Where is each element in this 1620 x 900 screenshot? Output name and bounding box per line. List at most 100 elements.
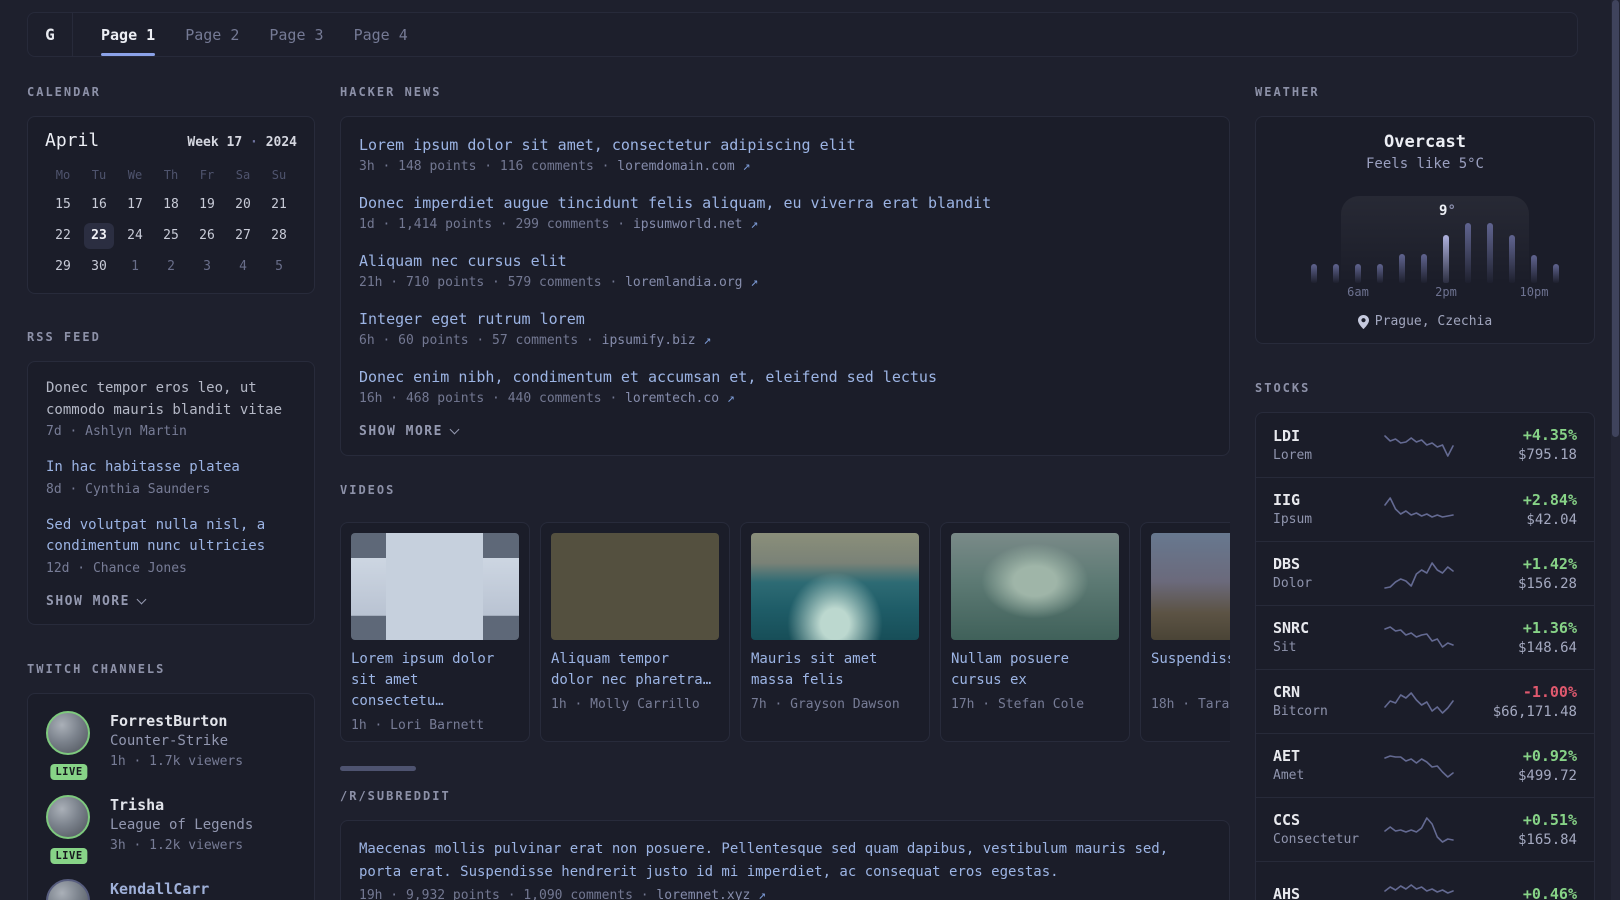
rss-item-title[interactable]: In hac habitasse platea [46,457,296,479]
twitch-channel-row: LIVE ForrestBurton Counter-Strike 1h · 1.7k… [46,710,296,780]
stock-row[interactable]: DBS Dolor +1.42% $156.28 [1256,541,1594,605]
video-title[interactable]: Aliquam tempor dolor nec pharetra… [551,649,719,691]
hn-show-more-button[interactable]: SHOW MORE [359,424,1211,439]
weather-bar [1311,264,1317,283]
rss-item-title[interactable]: Donec tempor eros leo, ut commodo mauris… [46,378,296,421]
twitch-channel-name[interactable]: KendallCarr [110,879,209,899]
video-title[interactable]: Nullam posuere cursus ex [951,649,1119,691]
calendar-day: 17 [127,197,143,212]
stock-price: $42.04 [1526,511,1577,528]
stock-row[interactable]: CRN Bitcorn -1.00% $66,171.48 [1256,669,1594,733]
rss-show-more-button[interactable]: SHOW MORE [46,594,296,609]
weather-current-temp: 9° [1439,203,1456,219]
video-title[interactable]: Suspendisse diam [1151,649,1230,691]
external-link-icon: ↗ [750,275,759,290]
weather-bar [1399,254,1405,283]
videos-carousel-scrollbar-thumb[interactable] [340,766,416,771]
chevron-down-icon [136,594,147,604]
stock-symbol: IIG [1273,491,1301,509]
weather-bar [1333,264,1339,283]
subreddit-post-domain-link[interactable]: loremnet.xyz [656,888,750,900]
stock-row[interactable]: LDI Lorem +4.35% $795.18 [1256,413,1594,477]
stock-row[interactable]: AHS +0.46% [1256,861,1594,900]
hn-item-domain-link[interactable]: loremlandia.org [625,275,742,290]
video-thumbnail-foggy-field-person[interactable] [1151,533,1230,640]
hacker-news-widget: Lorem ipsum dolor sit amet, consectetur … [340,116,1230,456]
stock-sparkline [1384,883,1454,894]
calendar-year: 2024 [265,135,297,150]
video-title[interactable]: Lorem ipsum dolor sit amet consectetu… [351,649,519,712]
hn-item-title[interactable]: Donec enim nibh, condimentum et accumsan… [359,366,1211,388]
tab-page-1[interactable]: Page 1 [101,13,156,56]
hn-item-title[interactable]: Lorem ipsum dolor sit amet, consectetur … [359,134,1211,156]
tab-page-2[interactable]: Page 2 [185,13,239,56]
stock-name: Sit [1273,640,1297,655]
calendar-week-year: Week 17 · 2024 [187,135,297,150]
hn-item: Donec imperdiet augue tincidunt felis al… [359,192,1211,236]
video-thumbnail-canoe-on-lake[interactable] [951,533,1119,640]
rss-section-title: RSS FEED [27,330,101,344]
calendar-selected-day: 23 [81,220,117,251]
external-link-icon: ↗ [750,217,759,232]
weather-bar [1377,264,1383,283]
rss-item-title[interactable]: Sed volutpat nulla nisl, a condimentum n… [46,515,296,558]
stock-row[interactable]: IIG Ipsum +2.84% $42.04 [1256,477,1594,541]
stock-row[interactable]: CCS Consectetur +0.51% $165.84 [1256,797,1594,861]
subreddit-post-title[interactable]: Maecenas mollis pulvinar erat non posuer… [359,838,1211,884]
calendar-widget: April Week 17 · 2024 Mo Tu We Th Fr Sa Su 15 16 1… [27,116,315,294]
stock-row[interactable]: SNRC Sit +1.36% $148.64 [1256,605,1594,669]
avatar[interactable] [46,878,90,900]
calendar-day: 19 [199,197,215,212]
video-title[interactable]: Mauris sit amet massa felis [751,649,919,691]
stock-change: +1.42% [1522,554,1577,573]
weather-bar [1443,235,1449,283]
stock-change: +0.51% [1522,810,1577,829]
video-card: Suspendisse diam 18h · Tara [1140,522,1230,742]
weather-hour-labels: 6am 2pm 10pm [1303,285,1567,301]
calendar-day: 2 [167,259,175,274]
hn-item-title[interactable]: Donec imperdiet augue tincidunt felis al… [359,192,1211,214]
calendar-day: 18 [163,197,179,212]
video-thumbnail-hands-holding-camera[interactable] [551,533,719,640]
hn-item-domain-link[interactable]: loremtech.co [625,391,719,406]
calendar-day: 16 [91,197,107,212]
video-meta: 18h · Tara [1151,697,1230,712]
avatar[interactable] [46,794,90,839]
twitch-channel-name[interactable]: ForrestBurton [110,711,243,731]
stock-row[interactable]: AET Amet +0.92% $499.72 [1256,733,1594,797]
left-column: CALENDAR April Week 17 · 2024 Mo Tu We Th Fr… [27,85,315,900]
twitch-channel-name[interactable]: Trisha [110,795,253,815]
stock-sparkline [1384,496,1454,518]
hn-item-domain-link[interactable]: loremdomain.com [617,159,734,174]
twitch-channel-category: League of Legends [110,816,254,833]
hn-item-domain-link[interactable]: ipsumify.biz [602,333,696,348]
page-tabs: Page 1 Page 2 Page 3 Page 4 [73,13,408,56]
twitch-section-title: TWITCH CHANNELS [27,661,166,676]
stock-price: $499.72 [1517,767,1577,784]
twitch-avatar-wrap [46,878,92,900]
tab-page-3[interactable]: Page 3 [269,13,323,56]
hn-item: Integer eget rutrum lorem 6h · 60 points … [359,308,1211,352]
page-scrollbar-thumb[interactable] [1612,0,1619,437]
videos-carousel[interactable]: Lorem ipsum dolor sit amet consectetu… 1h… [340,522,1230,742]
stock-sparkline [1384,691,1454,714]
calendar-day: 25 [163,228,179,243]
rss-item-meta: 12d · Chance Jones [46,560,187,576]
video-thumbnail-concrete-pillars-sky[interactable] [351,533,519,640]
app-logo[interactable]: G [28,13,73,56]
hn-item-meta: 1d · 1,414 points · 299 comments · ipsum… [359,217,759,232]
hn-item-domain-link[interactable]: ipsumworld.net [633,217,743,232]
rss-item: Sed volutpat nulla nisl, a condimentum n… [46,515,296,579]
stock-symbol: CCS [1273,811,1301,829]
weather-bar [1355,264,1361,283]
hn-item-title[interactable]: Aliquam nec cursus elit [359,250,1211,272]
weather-bar [1465,223,1471,283]
subreddit-post-meta: 19h · 9,932 points · 1,090 comments · lo… [359,884,1211,900]
avatar[interactable] [46,710,90,755]
stocks-widget: LDI Lorem +4.35% $795.18 IIG Ipsum +2.84% $42.0… [1255,412,1595,900]
hn-item-title[interactable]: Integer eget rutrum lorem [359,308,1211,330]
middle-column: HACKER NEWS Lorem ipsum dolor sit amet, … [340,85,1230,900]
tab-page-4[interactable]: Page 4 [354,13,408,56]
video-thumbnail-sea-boat-wake[interactable] [751,533,919,640]
page-scrollbar[interactable] [1611,0,1620,900]
